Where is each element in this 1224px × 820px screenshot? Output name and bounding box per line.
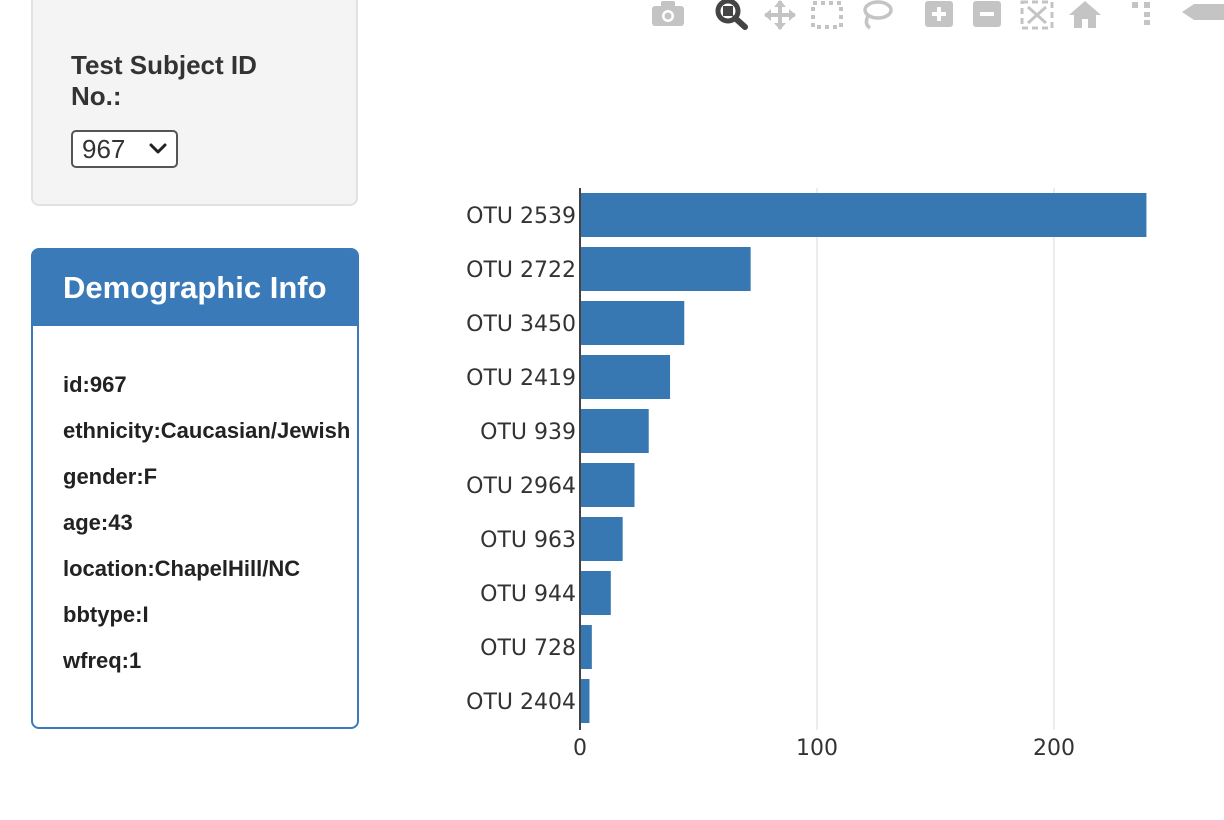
y-tick-label: OTU 2539 <box>466 204 576 229</box>
y-tick-label: OTU 2419 <box>466 366 576 391</box>
bar-otu-939 <box>580 409 649 453</box>
bar-otu-2419 <box>580 355 671 399</box>
x-tick-label: 100 <box>796 736 838 761</box>
y-tick-label: OTU 2722 <box>466 258 576 283</box>
bar-otu-3450 <box>580 301 685 345</box>
y-tick-label: OTU 3450 <box>466 312 576 337</box>
bar-otu-728 <box>580 625 592 669</box>
bar-otu-2722 <box>580 247 751 291</box>
otu-bar-chart: OTU 2539 OTU 2722 OTU 3450 OTU 2419 OTU 939 O… <box>466 188 1147 761</box>
y-tick-label: OTU 944 <box>480 582 576 607</box>
y-tick-label: OTU 2964 <box>466 474 576 499</box>
bar-otu-2539 <box>580 193 1147 237</box>
y-tick-label: OTU 939 <box>480 420 576 445</box>
y-tick-label: OTU 963 <box>480 528 576 553</box>
x-tick-label: 200 <box>1033 736 1075 761</box>
bar-otu-963 <box>580 517 623 561</box>
y-tick-label: OTU 728 <box>480 636 576 661</box>
bar-otu-944 <box>580 571 611 615</box>
y-tick-label: OTU 2404 <box>466 690 576 715</box>
bar-otu-2404 <box>580 679 590 723</box>
bar-otu-2964 <box>580 463 635 507</box>
x-tick-label: 0 <box>573 736 587 761</box>
